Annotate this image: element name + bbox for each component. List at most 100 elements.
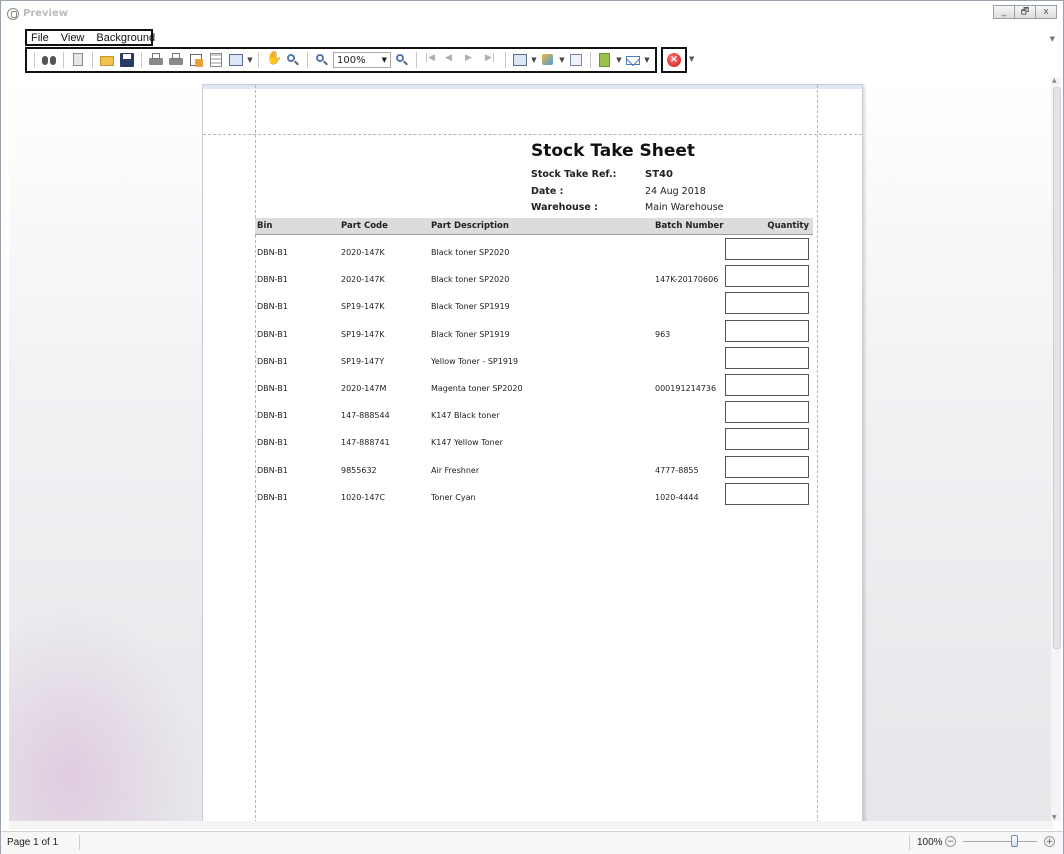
open-icon[interactable] bbox=[98, 51, 116, 69]
header-footer-icon[interactable] bbox=[207, 51, 225, 69]
quick-print-icon[interactable] bbox=[167, 51, 185, 69]
cell-part-description: Black Toner SP1919 bbox=[431, 329, 510, 339]
send-email-icon[interactable] bbox=[624, 51, 642, 69]
chevron-down-icon[interactable]: ▼ bbox=[247, 56, 253, 64]
zoom-in-icon[interactable] bbox=[393, 51, 411, 69]
close-icon: × bbox=[667, 53, 681, 67]
cell-bin: DBN-B1 bbox=[257, 438, 288, 448]
cell-part-code: 2020-147M bbox=[341, 384, 387, 393]
hand-tool-icon[interactable] bbox=[264, 51, 282, 69]
cell-part-code: 9855632 bbox=[341, 465, 377, 475]
chevron-down-icon[interactable]: ▼ bbox=[531, 56, 537, 64]
app-icon bbox=[7, 8, 19, 20]
vertical-scrollbar[interactable]: ▲ ▼ bbox=[1051, 77, 1061, 821]
magnifier-icon[interactable] bbox=[284, 51, 302, 69]
chevron-down-icon[interactable]: ▼ bbox=[616, 56, 622, 64]
menu-background[interactable]: Background bbox=[96, 32, 155, 44]
chevron-down-icon[interactable]: ▼ bbox=[644, 56, 650, 64]
toolbar: ▼ 100% ▼ ▼ ▼ ▼ ▼ bbox=[25, 47, 657, 73]
column-header-part-description: Part Description bbox=[431, 221, 509, 231]
page-setup-icon[interactable] bbox=[187, 51, 205, 69]
minimize-button[interactable]: _ bbox=[993, 5, 1015, 19]
chevron-down-icon: ▼ bbox=[381, 56, 387, 64]
column-header-bin: Bin bbox=[257, 221, 273, 231]
field-label: Warehouse : bbox=[531, 202, 598, 213]
last-page-icon[interactable] bbox=[482, 51, 500, 69]
cell-bin: DBN-B1 bbox=[257, 356, 288, 366]
cell-part-description: K147 Black toner bbox=[431, 411, 500, 421]
table-row: DBN-B1 2020-147M Magenta toner SP2020 00019… bbox=[255, 374, 813, 400]
toolbar-separator bbox=[416, 52, 417, 68]
page-count: Page 1 of 1 bbox=[7, 837, 59, 848]
scroll-thumb[interactable] bbox=[1053, 87, 1061, 649]
previous-page-icon[interactable] bbox=[442, 51, 460, 69]
toolbar-separator bbox=[92, 52, 93, 68]
cell-part-description: K147 Yellow Toner bbox=[431, 438, 503, 448]
chevron-down-icon[interactable]: ▼ bbox=[689, 55, 694, 63]
report-title: Stock Take Sheet bbox=[531, 141, 696, 161]
next-page-icon[interactable] bbox=[462, 51, 480, 69]
watermark-icon[interactable] bbox=[567, 51, 585, 69]
quantity-input-box bbox=[725, 455, 809, 478]
document-map-icon[interactable] bbox=[69, 51, 87, 69]
zoom-slider-track[interactable] bbox=[963, 841, 1037, 842]
quantity-input-box bbox=[725, 346, 809, 369]
close-window-button[interactable]: x bbox=[1035, 5, 1057, 19]
zoom-plus-icon[interactable]: + bbox=[1044, 836, 1055, 847]
quantity-input-box bbox=[725, 292, 809, 315]
first-page-icon[interactable] bbox=[422, 51, 440, 69]
table-row: DBN-B1 SP19-147K Black Toner SP1919 bbox=[255, 292, 813, 318]
scale-icon[interactable] bbox=[227, 51, 245, 69]
cell-part-description: Magenta toner SP2020 bbox=[431, 384, 523, 393]
zoom-minus-icon[interactable]: − bbox=[945, 836, 956, 847]
table-row: DBN-B1 9855632 Air Freshner 4777-8855 bbox=[255, 455, 813, 482]
zoom-out-icon[interactable] bbox=[313, 51, 331, 69]
status-bar: Page 1 of 1 100% − + bbox=[1, 831, 1063, 854]
zoom-slider-thumb[interactable] bbox=[1011, 835, 1018, 847]
horizontal-scrollbar[interactable] bbox=[9, 821, 1053, 829]
restore-button[interactable]: 🗗 bbox=[1014, 5, 1036, 19]
close-preview-button[interactable]: × bbox=[661, 47, 687, 73]
cell-part-code: 2020-147K bbox=[341, 248, 385, 257]
cell-batch-number: 963 bbox=[655, 329, 671, 339]
table-row: DBN-B1 2020-147K Black toner SP2020 bbox=[255, 238, 813, 264]
background-color-icon[interactable] bbox=[539, 51, 557, 69]
cell-bin: DBN-B1 bbox=[257, 492, 288, 502]
menu-overflow-icon[interactable]: ▼ bbox=[1050, 35, 1055, 43]
menu-file[interactable]: File bbox=[31, 32, 49, 44]
date-value: 24 Aug 2018 bbox=[645, 186, 706, 197]
cell-part-code: SP19-147Y bbox=[341, 356, 385, 366]
cell-part-description: Black toner SP2020 bbox=[431, 275, 510, 285]
chevron-down-icon[interactable]: ▼ bbox=[559, 56, 565, 64]
toolbar-separator bbox=[307, 52, 308, 68]
cell-bin: DBN-B1 bbox=[257, 275, 288, 285]
zoom-select[interactable]: 100% ▼ bbox=[333, 52, 391, 68]
find-icon[interactable] bbox=[40, 51, 58, 69]
menu-view[interactable]: View bbox=[61, 32, 85, 44]
table-row: DBN-B1 147-888544 K147 Black toner bbox=[255, 401, 813, 427]
toolbar-separator bbox=[34, 52, 35, 68]
save-icon[interactable] bbox=[118, 51, 136, 69]
scroll-down-icon[interactable]: ▼ bbox=[1052, 814, 1057, 821]
report-page: Stock Take Sheet Stock Take Ref.: ST40 D… bbox=[202, 84, 863, 824]
table-row: DBN-B1 SP19-147K Black Toner SP1919 963 bbox=[255, 319, 813, 346]
cell-bin: DBN-B1 bbox=[257, 465, 288, 475]
multiple-pages-icon[interactable] bbox=[511, 51, 529, 69]
cell-part-description: Black Toner SP1919 bbox=[431, 302, 510, 312]
scroll-up-icon[interactable]: ▲ bbox=[1052, 77, 1057, 84]
cell-part-description: Yellow Toner - SP1919 bbox=[431, 356, 519, 366]
export-icon[interactable] bbox=[596, 51, 614, 69]
column-header-batch-number: Batch Number bbox=[655, 221, 724, 231]
cell-part-description: Air Freshner bbox=[431, 465, 480, 475]
quantity-input-box bbox=[725, 401, 809, 424]
menu-bar: File View Background bbox=[25, 29, 155, 46]
table-row: DBN-B1 SP19-147Y Yellow Toner - SP1919 bbox=[255, 346, 813, 373]
table-header: Bin Part Code Part Description Batch Num… bbox=[255, 218, 813, 235]
toolbar-separator bbox=[590, 52, 591, 68]
quantity-input-box bbox=[725, 482, 809, 505]
print-dialog-icon[interactable] bbox=[147, 51, 165, 69]
cell-part-code: SP19-147K bbox=[341, 329, 385, 339]
cell-part-code: 1020-147C bbox=[341, 492, 386, 502]
cell-batch-number: 147K-20170606 bbox=[655, 275, 719, 285]
margin-guide-right bbox=[817, 85, 818, 823]
